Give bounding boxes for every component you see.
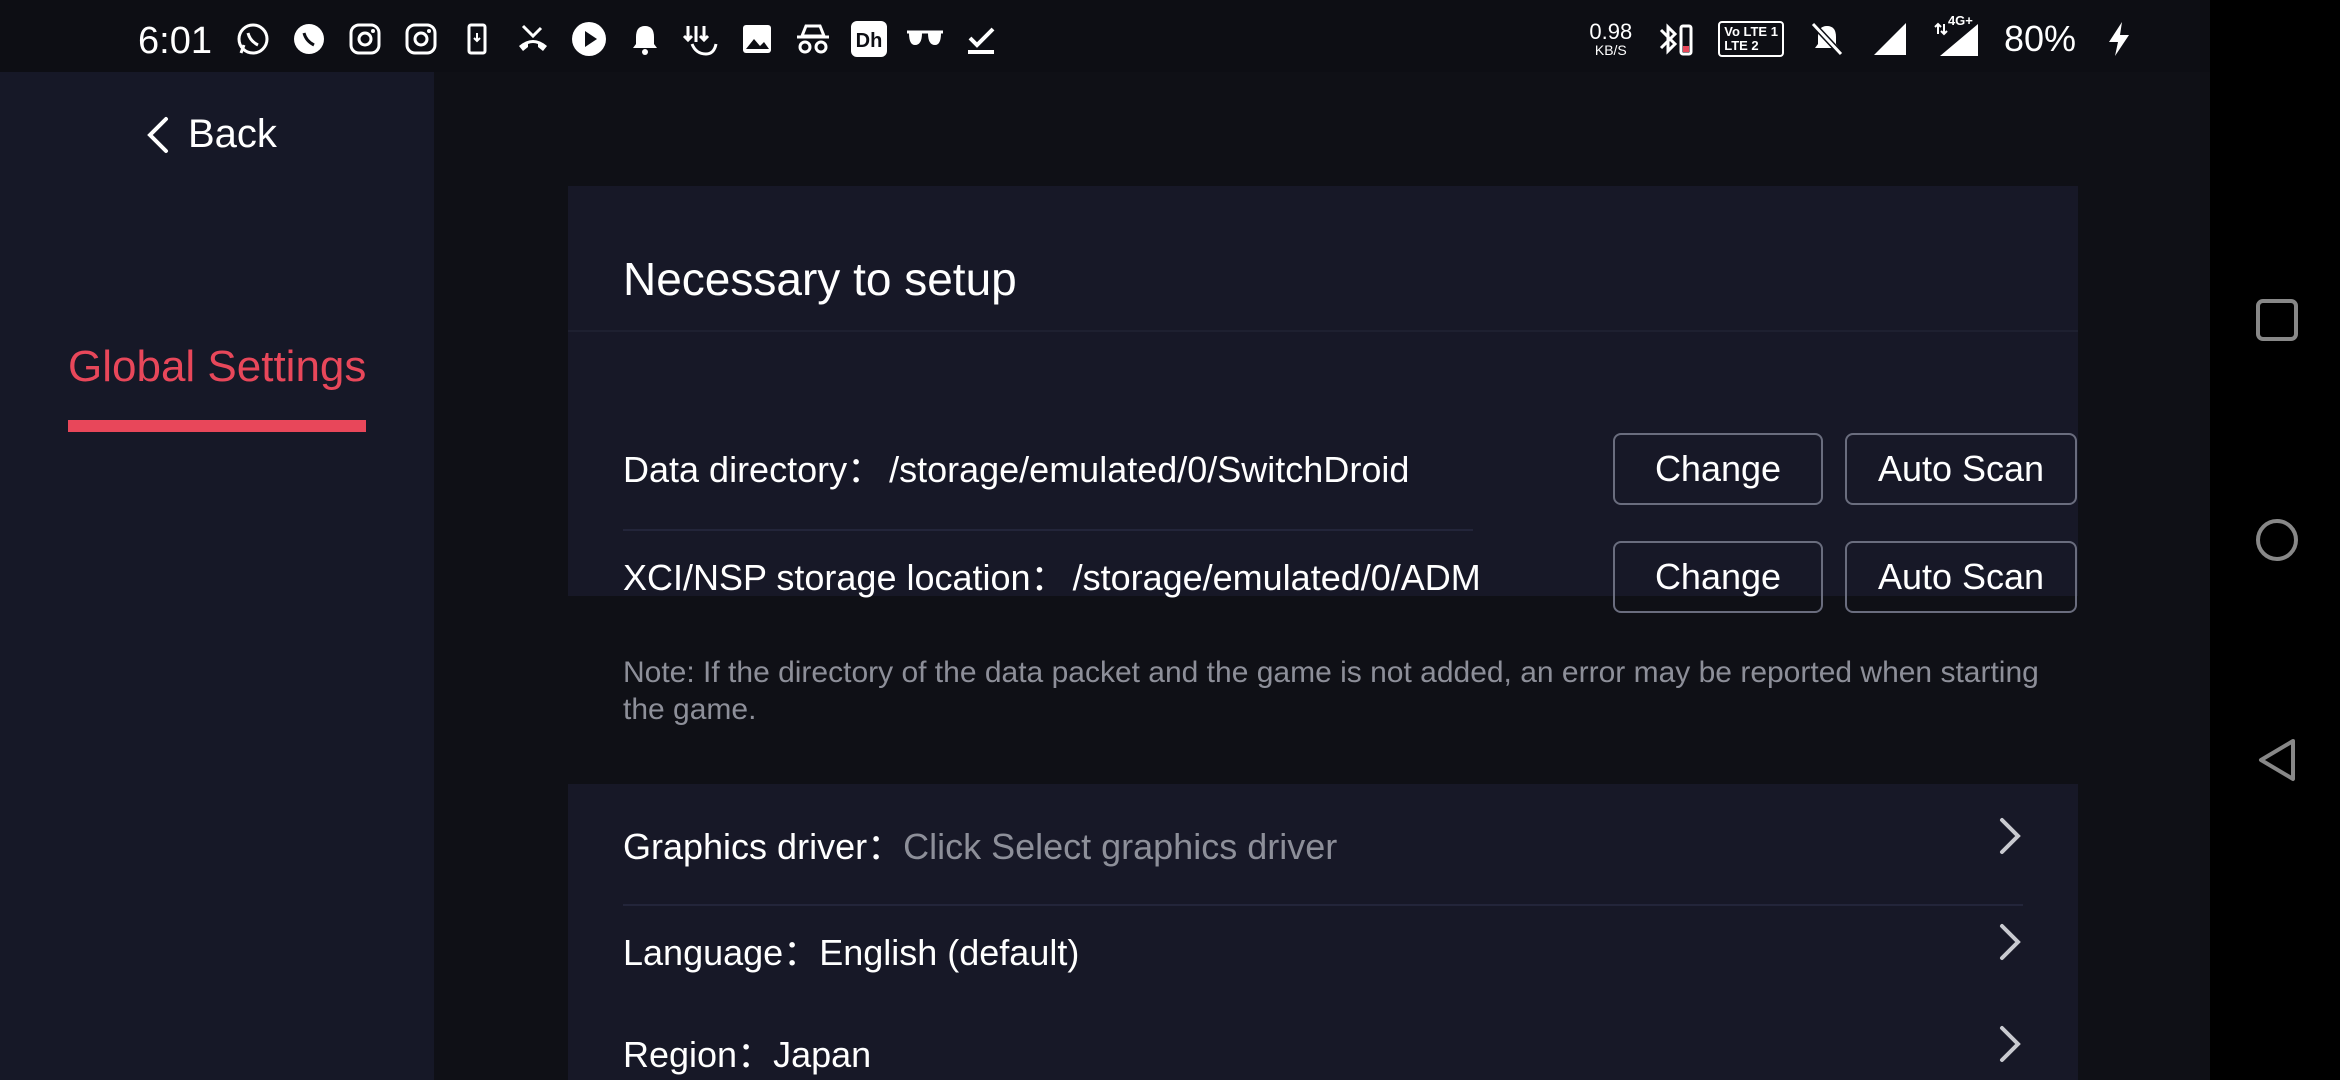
setup-card-title: Necessary to setup xyxy=(623,253,1017,305)
data-directory-text: Data directory：/storage/emulated/0/Switc… xyxy=(623,441,1409,493)
language-text: Language：English (default) xyxy=(623,924,1079,976)
graphics-driver-text: Graphics driver：Click Select graphics dr… xyxy=(623,818,1337,870)
language-label: Language： xyxy=(623,932,820,973)
active-tab-indicator xyxy=(68,420,366,432)
incognito-icon xyxy=(792,20,834,58)
chevron-right-icon xyxy=(1997,922,2023,967)
general-settings-card: Graphics driver：Click Select graphics dr… xyxy=(568,784,2078,1080)
chevron-right-icon xyxy=(1997,816,2023,861)
play-icon xyxy=(568,20,610,58)
signal-icon xyxy=(1870,20,1912,58)
chevron-right-icon xyxy=(1997,1024,2023,1069)
back-label: Back xyxy=(188,112,277,156)
data-directory-row: Data directory：/storage/emulated/0/Switc… xyxy=(623,433,2077,531)
sidebar-item-label: Global Settings xyxy=(68,342,367,391)
language-value: English (default) xyxy=(819,932,1080,973)
divider xyxy=(623,529,1473,531)
whatsapp-icon xyxy=(232,20,274,58)
sunglasses-icon xyxy=(904,20,946,58)
network-speed: 0.98 KB/S xyxy=(1589,19,1633,58)
svg-text:Dh: Dh xyxy=(856,30,883,52)
volte-bottom-text: LTE 2 xyxy=(1724,38,1759,53)
triangle-back-icon xyxy=(2259,739,2295,781)
graphics-driver-setting[interactable]: Graphics driver：Click Select graphics dr… xyxy=(623,784,2023,906)
setup-note: Note: If the directory of the data packe… xyxy=(623,656,2039,726)
divider xyxy=(568,330,2078,332)
app-root: 6:01 Dh 0.98 KB/S Vo LTE 1 LTE 2 4G+ 80%… xyxy=(0,0,2340,1080)
whatsapp-business-icon xyxy=(288,20,330,58)
data-directory-auto-scan-button[interactable]: Auto Scan xyxy=(1845,433,2077,505)
recents-button[interactable] xyxy=(2253,296,2301,344)
circle-icon xyxy=(2256,519,2298,561)
signal-4g-icon: 4G+ xyxy=(1934,14,1982,58)
language-setting[interactable]: Language：English (default) xyxy=(623,890,2023,990)
data-directory-label: Data directory： xyxy=(623,449,884,490)
storage-location-value: /storage/emulated/0/ADM xyxy=(1072,557,1481,598)
battery-percent: 80% xyxy=(2003,18,2076,59)
chevron-left-icon xyxy=(144,115,172,155)
home-button[interactable] xyxy=(2253,516,2301,564)
notification-icons: Dh xyxy=(232,20,1002,58)
storage-location-row: XCI/NSP storage location：/storage/emulat… xyxy=(623,541,2077,621)
instagram-icon xyxy=(400,20,442,58)
status-bar: 6:01 Dh 0.98 KB/S Vo LTE 1 LTE 2 4G+ 80% xyxy=(0,0,2210,72)
region-text: Region：Japan xyxy=(623,1026,871,1078)
storage-location-change-button[interactable]: Change xyxy=(1613,541,1823,613)
image-icon xyxy=(736,20,778,58)
app-icon: Dh xyxy=(848,20,890,58)
volte-top-text: Vo LTE 1 xyxy=(1724,23,1778,39)
region-label: Region： xyxy=(623,1034,774,1075)
sidebar-item-global-settings[interactable]: Global Settings xyxy=(68,342,366,392)
back-button[interactable]: Back xyxy=(144,112,277,157)
sidebar: Back Global Settings xyxy=(0,72,434,1080)
network-speed-value: 0.98 xyxy=(1589,19,1633,44)
check-download-icon xyxy=(960,20,1002,58)
graphics-driver-value: Click Select graphics driver xyxy=(903,826,1338,867)
network-speed-unit: KB/S xyxy=(1594,42,1627,58)
bell-off-icon xyxy=(1806,20,1848,58)
data-directory-value: /storage/emulated/0/SwitchDroid xyxy=(889,449,1410,490)
status-right: 0.98 KB/S Vo LTE 1 LTE 2 4G+ 80% xyxy=(1589,14,2140,60)
download-phone-icon xyxy=(456,20,498,58)
setup-card: Necessary to setup Data directory：/stora… xyxy=(568,186,2078,613)
region-setting[interactable]: Region：Japan xyxy=(623,992,2023,1080)
gesture-download-icon xyxy=(680,20,722,58)
data-directory-change-button[interactable]: Change xyxy=(1613,433,1823,505)
region-value: Japan xyxy=(773,1034,872,1075)
volte-icon: Vo LTE 1 LTE 2 xyxy=(1718,20,1784,58)
graphics-driver-label: Graphics driver： xyxy=(623,826,904,867)
bell-icon xyxy=(624,20,666,58)
storage-location-auto-scan-button[interactable]: Auto Scan xyxy=(1845,541,2077,613)
instagram-icon xyxy=(344,20,386,58)
storage-location-text: XCI/NSP storage location：/storage/emulat… xyxy=(623,549,1481,601)
bluetooth-battery-icon xyxy=(1654,20,1696,58)
back-nav-button[interactable] xyxy=(2253,736,2301,784)
charging-bolt-icon xyxy=(2098,20,2140,58)
square-icon xyxy=(2256,299,2298,341)
network-type-label: 4G+ xyxy=(1947,13,1973,28)
missed-call-icon xyxy=(512,20,554,58)
system-navigation-bar xyxy=(2210,0,2340,1080)
settings-content[interactable]: Necessary to setup Data directory：/stora… xyxy=(434,72,2210,1080)
status-time: 6:01 xyxy=(138,20,212,62)
storage-location-label: XCI/NSP storage location： xyxy=(623,557,1067,598)
